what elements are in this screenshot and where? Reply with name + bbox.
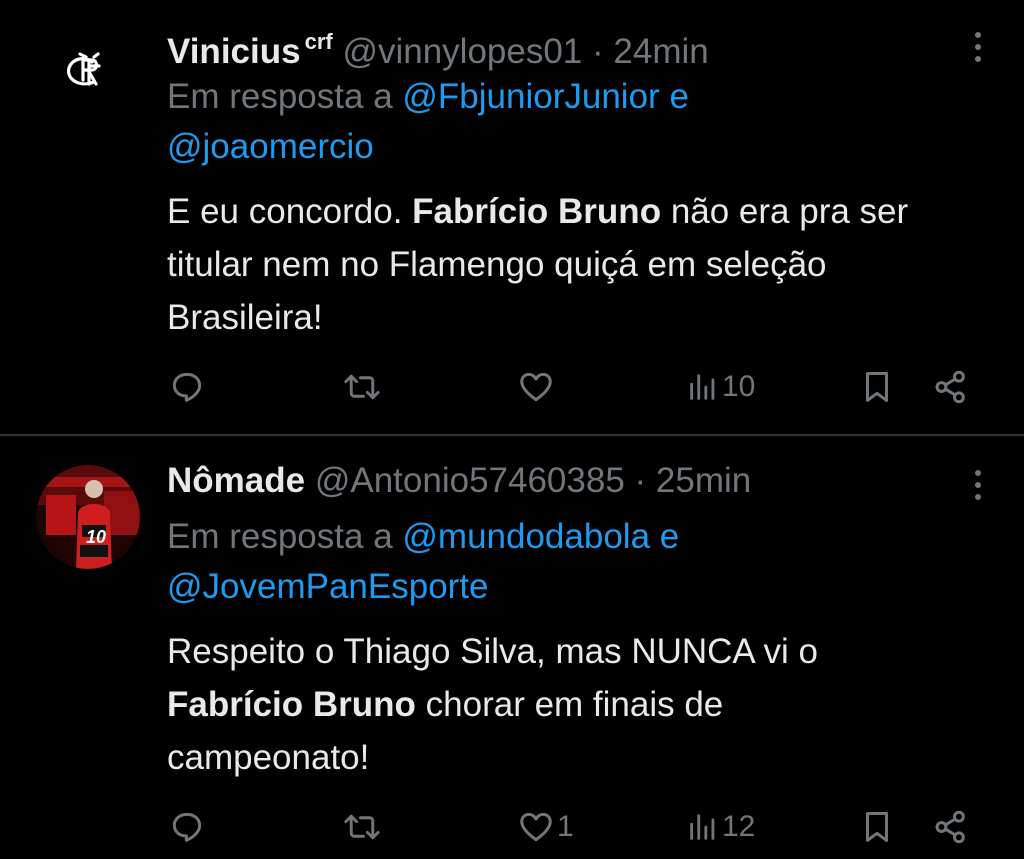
name-suffix: crf bbox=[304, 29, 333, 54]
share-icon bbox=[935, 370, 965, 404]
like-button[interactable] bbox=[517, 362, 557, 412]
display-name[interactable]: Nômade bbox=[167, 461, 305, 500]
flamengo-crf-logo-icon bbox=[36, 22, 140, 126]
views-button[interactable]: 12 bbox=[686, 802, 755, 852]
tweet-actions: 10 bbox=[0, 362, 1024, 412]
separator: · bbox=[634, 461, 647, 500]
tweet-header: Vinicius crf @vinnylopes01 · 24min bbox=[167, 20, 709, 74]
avatar[interactable] bbox=[36, 22, 140, 126]
reply-mention[interactable]: @mundodabola bbox=[402, 517, 650, 556]
heart-icon bbox=[520, 812, 552, 842]
more-options-icon[interactable] bbox=[974, 470, 982, 504]
svg-text:10: 10 bbox=[86, 527, 106, 547]
tweet-text-part: Respeito o Thiago Silva, mas NUNCA vi o bbox=[167, 632, 819, 671]
reply-conjunction: e bbox=[669, 77, 689, 116]
timestamp[interactable]: 25min bbox=[656, 461, 751, 500]
share-icon bbox=[935, 810, 965, 844]
tweet-actions: 1 12 bbox=[0, 802, 1024, 852]
separator: · bbox=[592, 32, 604, 71]
bookmark-icon bbox=[865, 812, 889, 842]
view-count: 12 bbox=[722, 810, 756, 843]
reply-conjunction: e bbox=[659, 517, 680, 556]
reply-prefix: Em resposta a bbox=[167, 77, 393, 116]
reply-button[interactable] bbox=[168, 362, 206, 412]
view-count: 10 bbox=[722, 370, 756, 403]
tweet-text-bold: Fabrício Bruno bbox=[167, 685, 416, 724]
tweet-text-part: E eu concordo. bbox=[167, 192, 403, 231]
tweet-text: E eu concordo. Fabrício Bruno não era pr… bbox=[167, 185, 987, 344]
reply-mention[interactable]: @JovemPanEsporte bbox=[167, 567, 489, 606]
reply-context: Em resposta a @FbjuniorJunior e @joaomer… bbox=[167, 72, 689, 172]
like-count: 1 bbox=[557, 810, 574, 843]
more-options-icon[interactable] bbox=[974, 32, 982, 66]
analytics-icon bbox=[690, 814, 715, 840]
bookmark-button[interactable] bbox=[858, 802, 896, 852]
display-name[interactable]: Vinicius crf bbox=[167, 29, 333, 71]
retweet-button[interactable] bbox=[342, 362, 382, 412]
tweet-header: Nômade @Antonio57460385 · 25min bbox=[167, 459, 751, 503]
tweet-text-bold: Fabrício Bruno bbox=[412, 192, 662, 231]
analytics-icon bbox=[690, 374, 715, 400]
reply-prefix: Em resposta a bbox=[167, 517, 393, 556]
share-button[interactable] bbox=[932, 362, 970, 412]
player-photo-icon: 10 bbox=[36, 465, 140, 569]
tweet-text: Respeito o Thiago Silva, mas NUNCA vi o … bbox=[167, 625, 927, 784]
timestamp[interactable]: 24min bbox=[613, 32, 708, 71]
retweet-icon bbox=[344, 814, 380, 840]
user-handle[interactable]: @Antonio57460385 bbox=[315, 461, 625, 500]
retweet-button[interactable] bbox=[342, 802, 382, 852]
reply-context: Em resposta a @mundodabola e @JovemPanEs… bbox=[167, 512, 679, 612]
reply-button[interactable] bbox=[168, 802, 206, 852]
reply-icon bbox=[172, 812, 202, 842]
share-button[interactable] bbox=[932, 802, 970, 852]
user-handle[interactable]: @vinnylopes01 bbox=[342, 32, 582, 71]
views-button[interactable]: 10 bbox=[686, 362, 755, 412]
reply-mention[interactable]: @FbjuniorJunior bbox=[402, 77, 659, 116]
avatar[interactable]: 10 bbox=[36, 465, 140, 569]
bookmark-button[interactable] bbox=[858, 362, 896, 412]
heart-icon bbox=[520, 372, 552, 402]
bookmark-icon bbox=[865, 372, 889, 402]
reply-icon bbox=[172, 372, 202, 402]
reply-mention[interactable]: @joaomercio bbox=[167, 127, 374, 166]
retweet-icon bbox=[344, 374, 380, 400]
like-button[interactable]: 1 bbox=[517, 802, 574, 852]
